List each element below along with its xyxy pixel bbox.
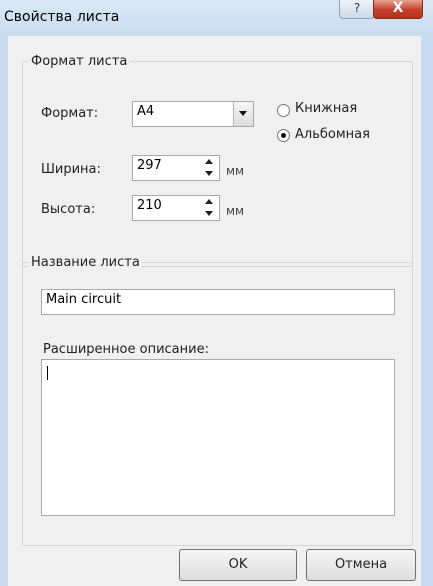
landscape-label[interactable]: Альбомная [295, 127, 370, 142]
dialog-client-area: Формат листа Формат: A4 Книжная Альбомна… [8, 36, 421, 586]
portrait-label[interactable]: Книжная [295, 101, 357, 116]
window-title: Свойства листа [4, 9, 120, 25]
sheet-format-group: Формат листа Формат: A4 Книжная Альбомна… [22, 54, 413, 267]
width-unit: мм [226, 164, 245, 178]
width-value: 297 [137, 158, 162, 173]
cancel-button[interactable]: Отмена [306, 549, 416, 581]
description-textarea[interactable] [41, 359, 395, 516]
width-stepper[interactable]: 297 [132, 155, 220, 181]
text-caret [47, 366, 48, 380]
ok-button[interactable]: OK [179, 549, 297, 581]
title-bar: Свойства листа ? X [0, 0, 433, 36]
spin-up-icon[interactable] [199, 196, 219, 208]
height-unit: мм [226, 204, 245, 218]
height-value: 210 [137, 198, 162, 213]
width-spinner[interactable] [199, 156, 219, 180]
spin-up-icon[interactable] [199, 156, 219, 168]
sheet-name-value: Main circuit [46, 292, 122, 307]
spin-down-icon[interactable] [199, 168, 219, 180]
chevron-down-icon[interactable] [233, 102, 253, 126]
description-label: Расширенное описание: [43, 342, 209, 357]
portrait-radio[interactable] [277, 104, 290, 117]
height-stepper[interactable]: 210 [132, 195, 220, 221]
sheet-name-group: Название листа Main circuit Расширенное … [22, 255, 413, 546]
close-button[interactable]: X [373, 0, 423, 19]
height-spinner[interactable] [199, 196, 219, 220]
format-dropdown[interactable]: A4 [132, 101, 254, 127]
window-frame-right [421, 36, 433, 586]
landscape-radio[interactable] [277, 129, 290, 142]
width-label: Ширина: [41, 162, 101, 177]
help-button[interactable]: ? [339, 0, 375, 19]
format-value: A4 [137, 104, 155, 119]
sheet-name-input[interactable]: Main circuit [41, 289, 395, 315]
window-frame-left [0, 36, 8, 586]
spin-down-icon[interactable] [199, 208, 219, 220]
format-label: Формат: [41, 106, 99, 121]
sheet-format-legend: Формат листа [29, 54, 130, 69]
sheet-name-legend: Название листа [29, 255, 142, 270]
height-label: Высота: [41, 202, 96, 217]
